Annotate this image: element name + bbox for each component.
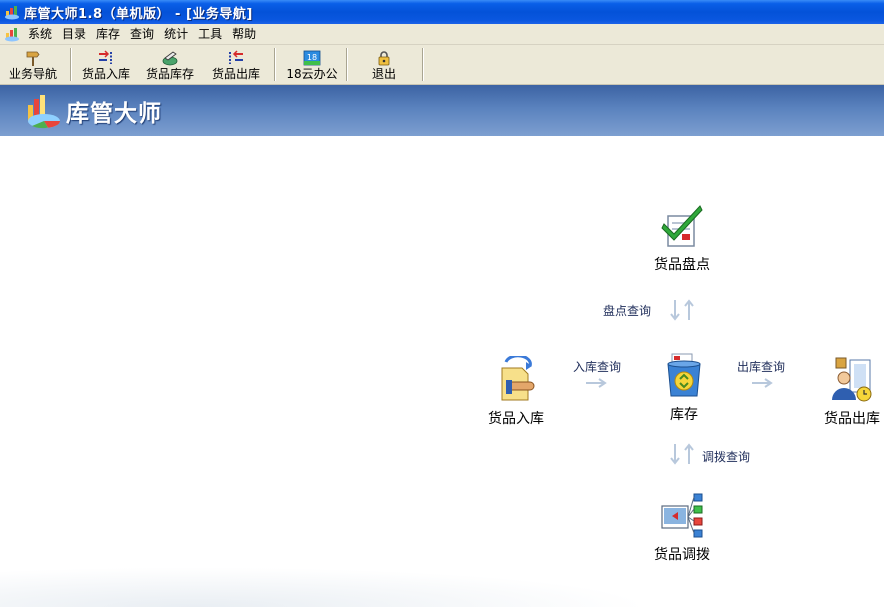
inventory-button[interactable]: 货品库存 bbox=[142, 45, 198, 84]
menu-system[interactable]: 系统 bbox=[23, 24, 57, 44]
stock-out-query-link[interactable]: 出库查询 bbox=[737, 358, 785, 375]
storage-node[interactable]: 库存 bbox=[644, 352, 724, 424]
toolbar-separator bbox=[274, 48, 276, 81]
app-menu-icon[interactable] bbox=[4, 26, 20, 42]
right-arrow-icon bbox=[586, 378, 607, 388]
logo-icon bbox=[28, 94, 61, 128]
recycle-bin-icon bbox=[667, 353, 701, 397]
stock-out-person-icon bbox=[832, 357, 872, 402]
banner-title: 库管大师 bbox=[66, 100, 162, 127]
menu-catalog[interactable]: 目录 bbox=[57, 24, 91, 44]
menu-statistics[interactable]: 统计 bbox=[159, 24, 193, 44]
up-down-arrows-icon bbox=[670, 299, 694, 321]
stock-in-hand-icon bbox=[501, 356, 535, 401]
svg-text:18: 18 bbox=[307, 53, 317, 62]
menu-inventory[interactable]: 库存 bbox=[91, 24, 125, 44]
transfer-query-link[interactable]: 调拨查询 bbox=[702, 448, 750, 465]
title-bar: 库管大师1.8（单机版） - [业务导航] bbox=[0, 0, 884, 24]
stock-in-node[interactable]: 货品入库 bbox=[476, 356, 556, 428]
checkmark-clipboard-icon bbox=[661, 205, 703, 247]
cloud-office-button[interactable]: 18 18云办公 bbox=[282, 45, 342, 84]
inventory-icon bbox=[162, 51, 178, 66]
stock-in-query-link[interactable]: 入库查询 bbox=[573, 358, 621, 375]
toolbar-separator bbox=[70, 48, 72, 81]
stock-out-icon bbox=[229, 50, 243, 64]
up-down-arrows-icon bbox=[670, 443, 694, 465]
transfer-network-icon bbox=[661, 493, 703, 538]
toolbar: 业务导航 货品入库 货品库存 货品出库 18 18云办公 退出 bbox=[0, 45, 884, 85]
lock-icon bbox=[378, 51, 390, 66]
toolbar-separator bbox=[422, 48, 424, 81]
menu-bar: 系统 目录 库存 查询 统计 工具 帮助 bbox=[0, 24, 884, 45]
menu-query[interactable]: 查询 bbox=[125, 24, 159, 44]
window-title: 库管大师1.8（单机版） - [业务导航] bbox=[24, 6, 253, 22]
signpost-icon bbox=[26, 51, 40, 66]
right-arrow-icon bbox=[752, 378, 773, 388]
business-navigation-area: 货品盘点 盘点查询 货品入库 入库查询 库存 出库查询 货品出库 调拨查询 货品… bbox=[0, 136, 884, 607]
stock-out-node[interactable]: 货品出库 bbox=[812, 356, 884, 428]
background-cloud bbox=[0, 567, 650, 607]
exit-button[interactable]: 退出 bbox=[354, 45, 414, 84]
stock-in-icon bbox=[99, 50, 112, 64]
stocktake-query-link[interactable]: 盘点查询 bbox=[603, 302, 651, 319]
menu-tools[interactable]: 工具 bbox=[193, 24, 227, 44]
calendar-icon: 18 bbox=[303, 50, 321, 66]
menu-help[interactable]: 帮助 bbox=[227, 24, 261, 44]
stock-out-button[interactable]: 货品出库 bbox=[208, 45, 264, 84]
nav-button[interactable]: 业务导航 bbox=[2, 45, 64, 84]
stock-in-button[interactable]: 货品入库 bbox=[78, 45, 134, 84]
transfer-node[interactable]: 货品调拨 bbox=[642, 492, 722, 564]
banner: 库管大师 bbox=[0, 85, 884, 136]
toolbar-separator bbox=[346, 48, 348, 81]
app-icon bbox=[5, 6, 19, 20]
stocktake-node[interactable]: 货品盘点 bbox=[642, 202, 722, 274]
